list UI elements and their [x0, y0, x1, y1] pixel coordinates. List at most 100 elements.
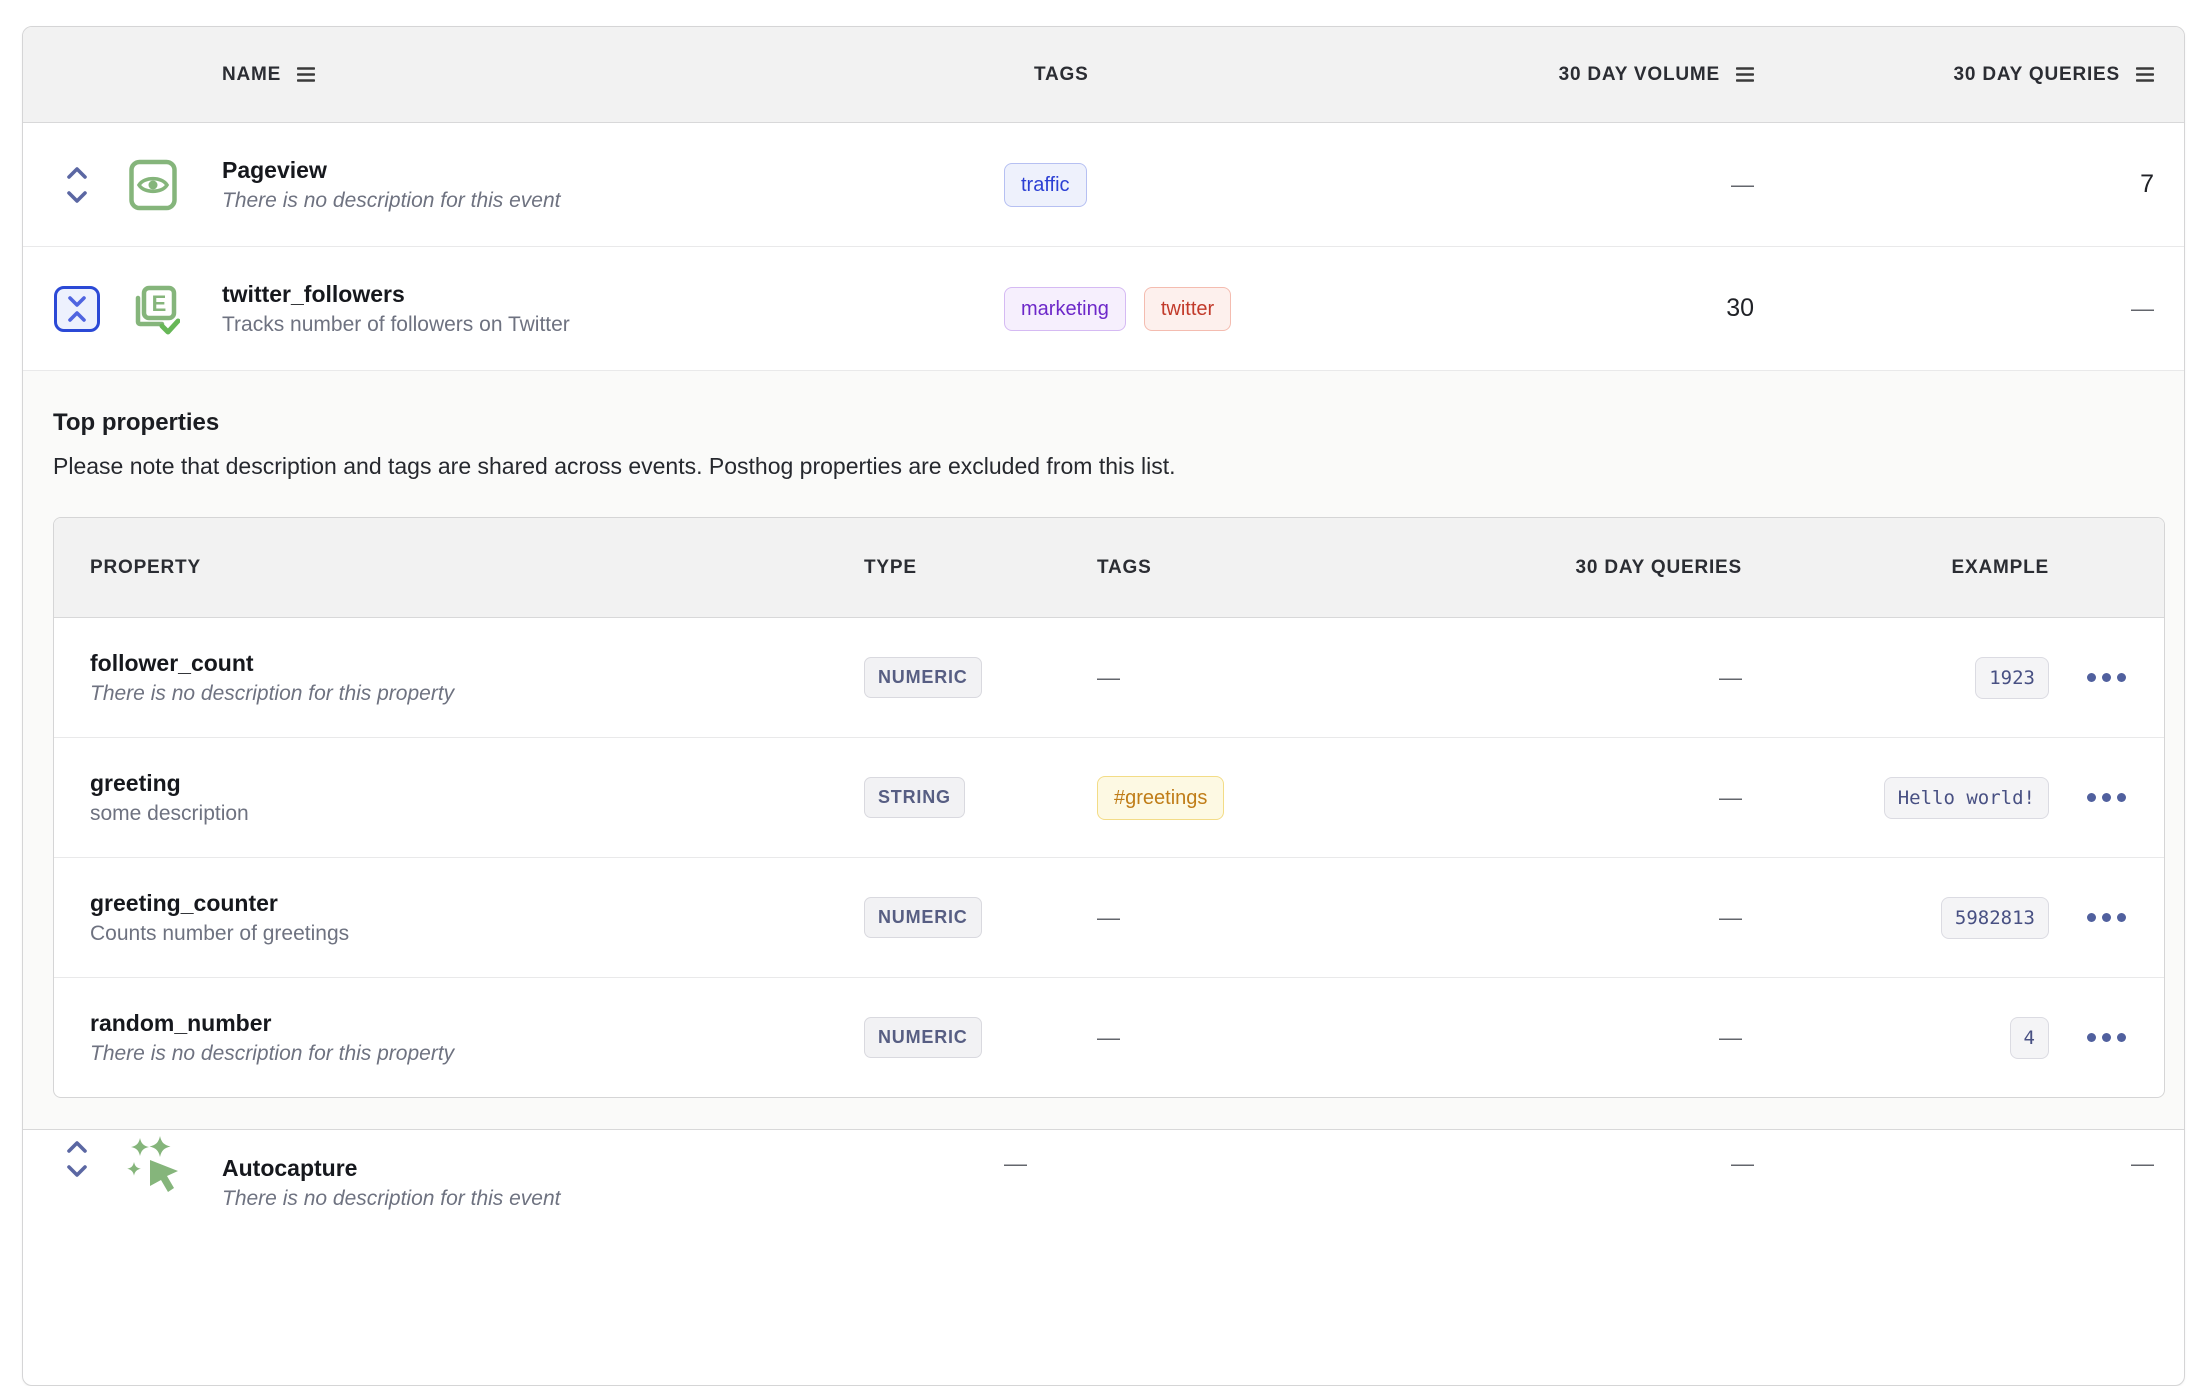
- volume-cell: —: [1494, 1130, 1754, 1178]
- property-row-follower-count: follower_count There is no description f…: [54, 618, 2164, 738]
- property-name-cell: random_number There is no description fo…: [90, 1007, 864, 1069]
- pageview-eye-icon: [129, 159, 177, 211]
- column-header-volume[interactable]: 30 DAY VOLUME: [1494, 64, 1754, 86]
- event-name-cell: Pageview There is no description for thi…: [201, 154, 1004, 216]
- queries-value: —: [2131, 1148, 2154, 1178]
- property-name[interactable]: random_number: [90, 1007, 864, 1039]
- expand-chevrons-icon: [64, 164, 90, 206]
- event-definitions-table: NAME TAGS 30 DAY VOLUME 30 DAY QUERIES: [22, 26, 2185, 1386]
- property-queries-cell: —: [1417, 784, 1742, 811]
- event-name[interactable]: Autocapture: [222, 1152, 1004, 1184]
- property-actions-cell: [2049, 665, 2128, 690]
- column-header-queries-label: 30 DAY QUERIES: [1954, 64, 2120, 86]
- volume-cell: —: [1494, 170, 1754, 199]
- property-description: some description: [90, 799, 864, 829]
- property-example-cell: Hello world!: [1742, 777, 2049, 819]
- sort-icon[interactable]: [297, 67, 315, 82]
- event-definition-icon: E: [126, 282, 180, 336]
- property-name[interactable]: follower_count: [90, 647, 864, 679]
- expander-cell: [49, 286, 105, 332]
- column-header-type: TYPE: [864, 557, 1097, 579]
- collapse-row-button[interactable]: [54, 286, 100, 332]
- queries-empty: —: [1719, 1024, 1742, 1051]
- column-header-tags-label: TAGS: [1034, 64, 1089, 86]
- more-options-button[interactable]: [2085, 905, 2128, 930]
- property-tags-cell: —: [1097, 904, 1417, 931]
- property-actions-cell: [2049, 785, 2128, 810]
- more-options-button[interactable]: [2085, 665, 2128, 690]
- property-type-cell: NUMERIC: [864, 897, 1097, 938]
- event-description: Tracks number of followers on Twitter: [222, 310, 1004, 340]
- property-description: There is no description for this propert…: [90, 1039, 864, 1069]
- queries-value: —: [2131, 295, 2154, 321]
- expand-row-button[interactable]: [64, 1138, 90, 1180]
- tag-pill: traffic: [1004, 163, 1087, 207]
- property-example-cell: 5982813: [1742, 897, 2049, 939]
- column-header-queries[interactable]: 30 DAY QUERIES: [1754, 64, 2154, 86]
- sort-icon[interactable]: [2136, 67, 2154, 82]
- event-detail-panel: Top properties Please note that descript…: [23, 371, 2184, 1130]
- property-name-cell: greeting some description: [90, 767, 864, 829]
- more-options-button[interactable]: [2085, 785, 2128, 810]
- column-header-prop-tags: TAGS: [1097, 557, 1417, 579]
- property-row-random-number: random_number There is no description fo…: [54, 978, 2164, 1097]
- expander-cell: [49, 1130, 105, 1180]
- property-queries-cell: —: [1417, 1024, 1742, 1051]
- event-type-cell: E: [105, 282, 201, 336]
- property-name[interactable]: greeting: [90, 767, 864, 799]
- tag-pill: twitter: [1144, 287, 1231, 331]
- tags-empty: —: [1097, 904, 1120, 930]
- table-row-twitter-followers: E twitter_followers Tracks number of fol…: [23, 247, 2184, 371]
- tag-pill: marketing: [1004, 287, 1126, 331]
- column-header-tags: TAGS: [1004, 64, 1494, 86]
- property-type-cell: NUMERIC: [864, 1017, 1097, 1058]
- autocapture-sparkle-cursor-icon: [124, 1136, 182, 1194]
- properties-table-header: PROPERTY TYPE TAGS 30 DAY QUERIES EXAMPL…: [54, 518, 2164, 618]
- tag-pill: #greetings: [1097, 776, 1224, 820]
- sort-icon[interactable]: [1736, 67, 1754, 82]
- volume-value: —: [1731, 1148, 1754, 1178]
- volume-value: 30: [1726, 294, 1754, 322]
- property-tags-cell: #greetings: [1097, 776, 1417, 820]
- more-options-button[interactable]: [2085, 1025, 2128, 1050]
- property-example-cell: 1923: [1742, 657, 2049, 699]
- property-queries-cell: —: [1417, 664, 1742, 691]
- type-badge: NUMERIC: [864, 1017, 982, 1058]
- tags-empty: —: [1097, 664, 1120, 690]
- event-name[interactable]: Pageview: [222, 154, 1004, 186]
- property-example-cell: 4: [1742, 1017, 2049, 1059]
- property-tags-cell: —: [1097, 664, 1417, 691]
- property-name-cell: follower_count There is no description f…: [90, 647, 864, 709]
- event-name[interactable]: twitter_followers: [222, 278, 1004, 310]
- properties-table: PROPERTY TYPE TAGS 30 DAY QUERIES EXAMPL…: [53, 517, 2165, 1098]
- column-header-property: PROPERTY: [90, 557, 864, 579]
- expand-chevrons-icon: [64, 1138, 90, 1180]
- property-tags-cell: —: [1097, 1024, 1417, 1051]
- expand-row-button[interactable]: [64, 164, 90, 206]
- column-header-prop-queries: 30 DAY QUERIES: [1417, 557, 1742, 579]
- column-header-name[interactable]: NAME: [201, 64, 1004, 86]
- property-name[interactable]: greeting_counter: [90, 887, 864, 919]
- example-value: 1923: [1975, 657, 2049, 699]
- event-name-cell: Autocapture There is no description for …: [201, 1152, 1004, 1214]
- volume-cell: 30: [1494, 294, 1754, 323]
- property-queries-cell: —: [1417, 904, 1742, 931]
- column-header-example: EXAMPLE: [1742, 557, 2049, 579]
- example-value: 5982813: [1941, 897, 2049, 939]
- tags-empty: —: [1004, 1148, 1027, 1178]
- queries-cell: 7: [1754, 170, 2154, 199]
- expander-cell: [49, 164, 105, 206]
- property-actions-cell: [2049, 905, 2128, 930]
- event-type-cell: [105, 159, 201, 211]
- property-description: There is no description for this propert…: [90, 679, 864, 709]
- queries-value: 7: [2140, 170, 2154, 198]
- event-table-header: NAME TAGS 30 DAY VOLUME 30 DAY QUERIES: [23, 27, 2184, 123]
- event-description: There is no description for this event: [222, 186, 1004, 216]
- collapse-chevrons-icon: [64, 294, 90, 324]
- svg-text:E: E: [152, 291, 167, 316]
- type-badge: NUMERIC: [864, 897, 982, 938]
- panel-title: Top properties: [53, 407, 2165, 439]
- example-value: Hello world!: [1884, 777, 2049, 819]
- event-description: There is no description for this event: [222, 1184, 1004, 1214]
- property-description: Counts number of greetings: [90, 919, 864, 949]
